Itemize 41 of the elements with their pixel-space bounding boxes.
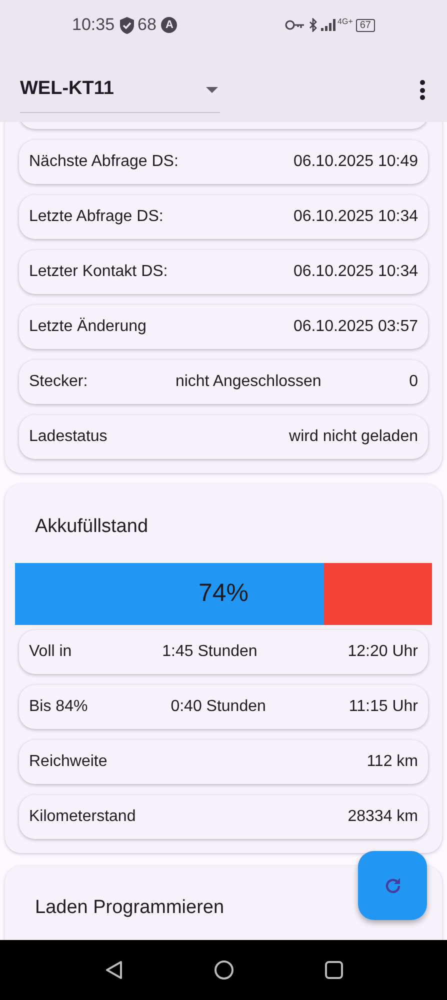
signal-icon	[320, 19, 337, 31]
key-icon	[284, 20, 305, 30]
shield-icon	[118, 16, 135, 34]
row-value: 12:20 Uhr	[348, 642, 418, 662]
row-label: Nächste Abfrage DS:	[29, 152, 178, 172]
row-value: 06.10.2025 03:57	[292, 317, 418, 337]
network-type: 4G+	[338, 18, 353, 26]
caret-icon	[206, 86, 218, 92]
app-badge: A	[161, 17, 178, 33]
recents-icon[interactable]	[324, 960, 344, 980]
row-label: Voll in	[29, 642, 72, 662]
row-value: 28334 km	[346, 807, 418, 827]
row-value: nicht Angeschlossen	[174, 372, 322, 392]
row-value: 06.10.2025 10:49	[292, 152, 418, 172]
row-label: Ladestatus	[29, 427, 108, 447]
row-label: Letzte Abfrage DS:	[29, 207, 164, 227]
row-value: 1:45 Stunden	[161, 642, 258, 662]
row-label: Stecker:	[29, 372, 88, 392]
row-value: 06.10.2025 10:34	[292, 207, 418, 227]
row-value: 112 km	[366, 752, 418, 772]
row-label: Reichweite	[29, 752, 108, 772]
card-title: Akkufüllstand	[34, 515, 150, 539]
row-value: 0:40 Stunden	[170, 697, 267, 717]
row-value: 0	[409, 372, 418, 392]
back-icon[interactable]	[104, 960, 124, 980]
notification-count: 68	[138, 14, 156, 36]
bluetooth-icon	[308, 18, 318, 32]
clock: 10:35	[72, 14, 115, 36]
home-icon[interactable]	[214, 960, 234, 980]
battery-indicator: 67	[356, 18, 375, 32]
vehicle-dropdown[interactable]: WEL-KT11	[20, 67, 220, 113]
row-value: 06.10.2025 10:34	[292, 262, 418, 282]
row-label: Letzter Kontakt DS:	[29, 262, 168, 282]
battery-percent: 74%	[198, 578, 249, 610]
refresh-button[interactable]	[358, 851, 427, 920]
row-value: 11:15 Uhr	[348, 697, 418, 717]
row-label: Bis 84%	[29, 697, 88, 717]
row-label: Kilometerstand	[29, 807, 136, 827]
card-title: Laden Programmieren	[35, 896, 224, 920]
row-value: wird nicht geladen	[288, 427, 418, 447]
row-label: Letzte Änderung	[29, 316, 146, 337]
